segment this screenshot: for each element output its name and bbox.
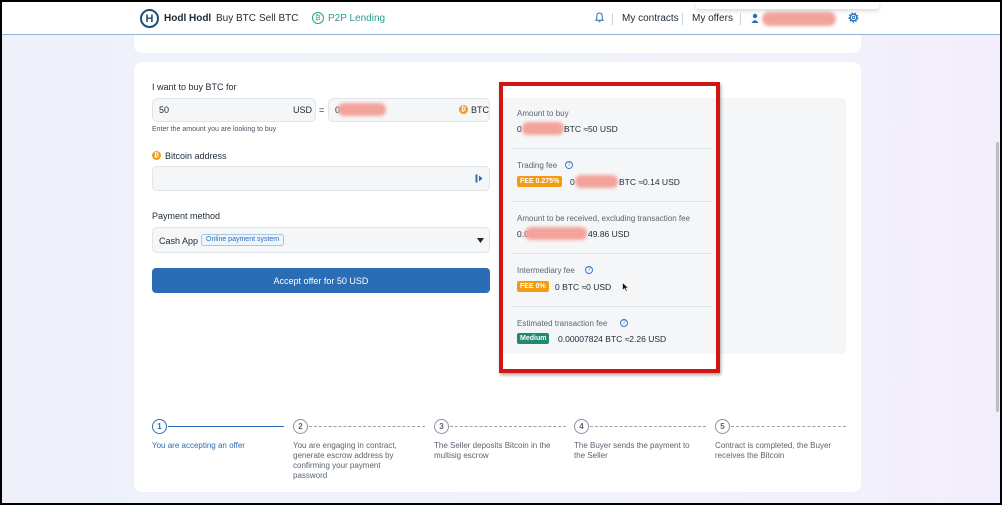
step-5-text: Contract is completed, the Buyer receive… (715, 441, 832, 460)
step-connector (731, 426, 846, 427)
fiat-amount-input[interactable] (152, 98, 316, 122)
accept-offer-button[interactable]: Accept offer for 50 USD (152, 268, 490, 293)
username-redacted[interactable] (762, 12, 836, 26)
dropdown-menu-edge (696, 2, 879, 9)
step-connector (450, 426, 566, 427)
header-divider (682, 13, 683, 25)
payment-type-badge: Online payment system (201, 234, 285, 246)
payment-method-value[interactable]: Cash App (159, 236, 198, 246)
nav-sell-btc[interactable]: Sell BTC (259, 13, 298, 24)
step-5-icon: 5 (715, 419, 730, 434)
user-icon[interactable] (751, 13, 759, 23)
browser-viewport: H Hodl Hodl Buy BTC Sell BTC ₿ P2P Lendi… (2, 2, 1000, 503)
chevron-down-icon[interactable] (477, 238, 484, 243)
hodlhodl-logo-icon[interactable]: H (140, 9, 159, 28)
highlight-annotation-box (499, 82, 720, 373)
nav-buy-btc[interactable]: Buy BTC (216, 13, 256, 24)
header-divider (612, 13, 613, 25)
payment-method-label: Payment method (152, 211, 221, 221)
step-3-text: The Seller deposits Bitcoin in the multi… (434, 441, 551, 460)
gear-icon[interactable] (847, 11, 860, 24)
fiat-currency-label: USD (293, 105, 313, 115)
step-connector (309, 426, 425, 427)
bitcoin-icon: ₿ (152, 151, 161, 160)
step-3-icon: 3 (434, 419, 449, 434)
mouse-cursor-icon (622, 282, 629, 292)
step-connector (590, 426, 706, 427)
header-divider (740, 13, 741, 25)
brand-name[interactable]: Hodl Hodl (164, 13, 211, 24)
my-offers-link[interactable]: My offers (692, 13, 733, 24)
step-4-text: The Buyer sends the payment to the Selle… (574, 441, 690, 460)
step-1-text: You are accepting an offer (152, 441, 245, 450)
bell-icon[interactable] (595, 12, 604, 23)
step-4-icon: 4 (574, 419, 589, 434)
step-1-icon: 1 (152, 419, 167, 434)
page-scrollbar[interactable] (996, 142, 999, 412)
step-connector (168, 426, 284, 427)
my-contracts-link[interactable]: My contracts (622, 13, 679, 24)
step-2-text: You are engaging in contract, generate e… (293, 441, 397, 480)
nav-p2p-lending[interactable]: P2P Lending (328, 13, 385, 24)
bitcoin-address-input[interactable] (152, 166, 490, 191)
btc-amount-redacted (338, 103, 386, 116)
offer-details-card (134, 35, 861, 53)
btc-currency-label: BTC (471, 105, 489, 115)
step-2-icon: 2 (293, 419, 308, 434)
buy-amount-label: I want to buy BTC for (152, 82, 237, 92)
paste-icon[interactable] (475, 174, 483, 183)
bitcoin-icon: ₿ (459, 105, 468, 114)
fiat-amount-value[interactable]: 50 (159, 105, 169, 115)
amount-hint: Enter the amount you are looking to buy (152, 126, 277, 133)
bitcoin-address-label: Bitcoin address (165, 151, 227, 161)
p2p-lending-icon: ₿ (312, 12, 324, 24)
equals-sign: = (319, 105, 325, 115)
